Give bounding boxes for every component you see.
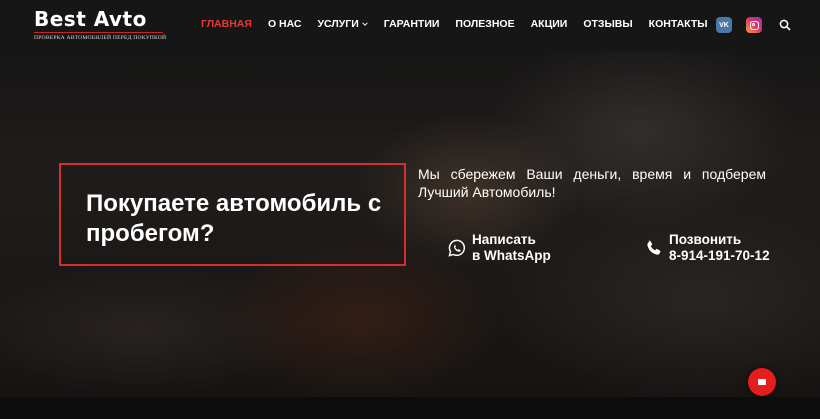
- hero-headline: Покупаете автомобиль с пробегом?: [86, 190, 382, 247]
- chat-widget-button[interactable]: [748, 368, 776, 396]
- nav-item-contacts[interactable]: КОНТАКТЫ: [649, 18, 708, 30]
- hero-tagline: Мы сбережем Ваши деньги, время и подбере…: [418, 166, 766, 200]
- whatsapp-text: Написать в WhatsApp: [472, 232, 551, 264]
- main-nav: ГЛАВНАЯ О НАС УСЛУГИ ГАРАНТИИ ПОЛЕЗНОЕ А…: [201, 18, 724, 30]
- whatsapp-button[interactable]: Написать в WhatsApp: [448, 232, 551, 264]
- nav-item-promotions[interactable]: АКЦИИ: [531, 18, 568, 30]
- call-button[interactable]: Позвонить 8-914-191-70-12: [645, 232, 770, 264]
- whatsapp-line2: в WhatsApp: [472, 248, 551, 263]
- search-icon[interactable]: [779, 19, 791, 31]
- phone-text: Позвонить 8-914-191-70-12: [669, 232, 770, 264]
- logo-underline: [34, 32, 163, 33]
- chevron-down-icon: [362, 22, 368, 26]
- nav-item-services[interactable]: УСЛУГИ: [318, 18, 368, 30]
- hero-bottom-strip: [0, 397, 820, 419]
- logo[interactable]: Best Avto ПРОВЕРКА АВТОМОБИЛЕЙ ПЕРЕД ПОК…: [34, 8, 169, 41]
- whatsapp-icon: [448, 239, 466, 257]
- phone-icon: [647, 240, 661, 255]
- site-header: Best Avto ПРОВЕРКА АВТОМОБИЛЕЙ ПЕРЕД ПОК…: [0, 0, 820, 52]
- nav-item-home[interactable]: ГЛАВНАЯ: [201, 18, 252, 30]
- vk-icon[interactable]: VK: [716, 17, 732, 33]
- logo-title: Best Avto: [34, 7, 147, 31]
- nav-item-guarantees[interactable]: ГАРАНТИИ: [384, 18, 440, 30]
- logo-subtitle: ПРОВЕРКА АВТОМОБИЛЕЙ ПЕРЕД ПОКУПКОЙ: [34, 35, 167, 41]
- phone-line1: Позвонить: [669, 232, 742, 247]
- instagram-icon[interactable]: [746, 17, 762, 33]
- whatsapp-line1: Написать: [472, 232, 536, 247]
- envelope-icon: [758, 379, 766, 385]
- nav-item-about[interactable]: О НАС: [268, 18, 302, 30]
- headline-box: Покупаете автомобиль с пробегом?: [59, 163, 406, 266]
- nav-item-reviews[interactable]: ОТЗЫВЫ: [583, 18, 632, 30]
- phone-number: 8-914-191-70-12: [669, 248, 770, 263]
- nav-item-useful[interactable]: ПОЛЕЗНОЕ: [455, 18, 514, 30]
- nav-item-services-label: УСЛУГИ: [317, 18, 359, 30]
